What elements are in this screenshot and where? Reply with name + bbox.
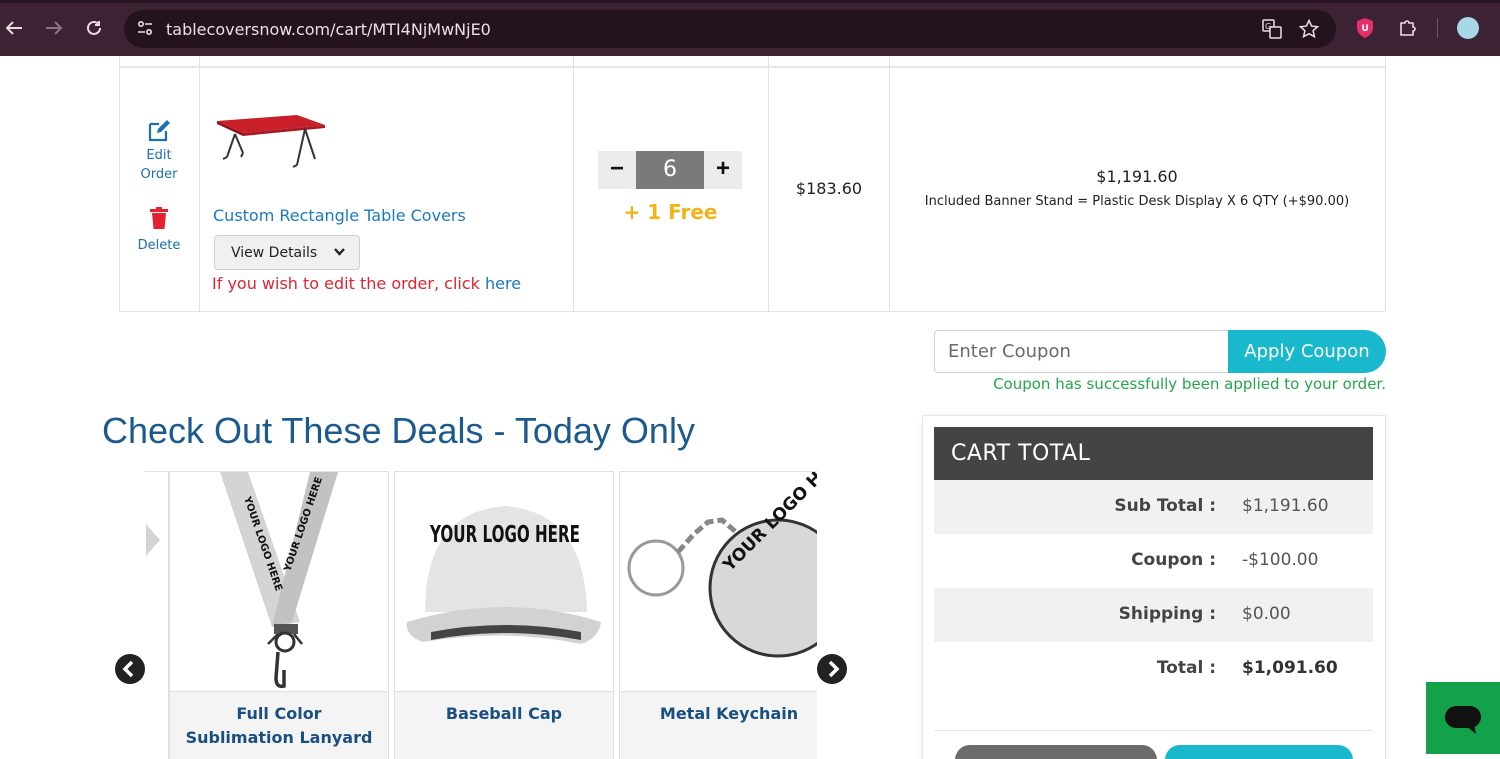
coupon-input[interactable] bbox=[934, 330, 1234, 373]
extensions-puzzle-icon[interactable] bbox=[1397, 17, 1419, 39]
deal-name-line1[interactable]: Baseball Cap bbox=[395, 702, 613, 726]
carousel-peek-arrow bbox=[146, 524, 160, 556]
subtotal-row: Sub Total : $1,191.60 bbox=[934, 480, 1373, 534]
included-items-note: Included Banner Stand = Plastic Desk Dis… bbox=[924, 194, 1350, 209]
quantity-field[interactable]: 6 bbox=[636, 151, 704, 189]
chevron-down-icon bbox=[334, 248, 345, 256]
deal-image bbox=[145, 472, 168, 690]
line-total: $1,191.60 bbox=[1096, 167, 1178, 186]
subtotal-label: Sub Total : bbox=[1114, 496, 1216, 516]
forward-arrow-icon[interactable] bbox=[44, 20, 64, 36]
total-row: Total : $1,091.60 bbox=[934, 642, 1373, 696]
browser-toolbar: tablecoversnow.com/cart/MTI4NjMwNjE0 G U bbox=[0, 0, 1500, 56]
deal-card-previous[interactable] bbox=[145, 471, 169, 759]
deal-name[interactable]: Metal Keychain bbox=[620, 691, 817, 759]
edit-note-text: If you wish to edit the order, click bbox=[212, 274, 485, 293]
total-label: Total : bbox=[1156, 658, 1216, 678]
carousel-next-button[interactable] bbox=[817, 654, 847, 684]
deal-card[interactable]: YOUR LOGO HERE Metal Keychain bbox=[619, 471, 817, 759]
edit-label-line2[interactable]: Order bbox=[119, 165, 199, 184]
deal-name-line1[interactable]: Metal Keychain bbox=[620, 702, 817, 726]
chat-bubble-icon bbox=[1445, 706, 1481, 734]
tab-strip-edge bbox=[0, 0, 1500, 3]
product-thumbnail[interactable] bbox=[213, 113, 327, 173]
reload-icon[interactable] bbox=[85, 19, 103, 37]
deal-name-line1[interactable]: Full Color bbox=[170, 702, 388, 726]
coupon-label: Coupon : bbox=[1131, 550, 1216, 570]
edit-order-link[interactable]: Edit Order bbox=[119, 146, 199, 184]
column-divider bbox=[199, 56, 200, 311]
unit-price: $183.60 bbox=[795, 179, 863, 198]
table-header-divider bbox=[120, 66, 1385, 68]
carousel-prev-button[interactable] bbox=[115, 654, 145, 684]
continue-shopping-button[interactable] bbox=[955, 745, 1157, 759]
ublock-shield-icon[interactable]: U bbox=[1355, 17, 1375, 39]
cap-print-text: YOUR LOGO HERE bbox=[429, 522, 580, 548]
svg-text:U: U bbox=[1362, 24, 1369, 34]
edit-here-link[interactable]: here bbox=[485, 274, 521, 293]
deal-name[interactable]: Baseball Cap bbox=[395, 691, 613, 759]
baseball-cap-image: YOUR LOGO HERE bbox=[395, 472, 613, 690]
coupon-success-message: Coupon has successfully been applied to … bbox=[993, 375, 1386, 393]
svg-text:G: G bbox=[1265, 22, 1271, 31]
view-details-label: View Details bbox=[231, 245, 318, 261]
shipping-row: Shipping : $0.00 bbox=[934, 588, 1373, 642]
chevron-right-icon bbox=[828, 660, 840, 678]
coupon-row: Coupon : -$100.00 bbox=[934, 534, 1373, 588]
edit-order-icon[interactable] bbox=[147, 119, 171, 143]
shipping-value: $0.00 bbox=[1242, 604, 1291, 624]
deals-carousel: YOUR LOGO HERE YOUR LOGO HERE Full Color… bbox=[145, 471, 817, 759]
url-text[interactable]: tablecoversnow.com/cart/MTI4NjMwNjE0 bbox=[166, 20, 491, 39]
chat-widget-button[interactable] bbox=[1426, 682, 1500, 754]
deal-card[interactable]: YOUR LOGO HERE Baseball Cap bbox=[394, 471, 614, 759]
translate-icon[interactable]: G bbox=[1262, 19, 1282, 39]
back-arrow-icon[interactable] bbox=[4, 20, 24, 36]
profile-avatar[interactable] bbox=[1457, 17, 1479, 39]
coupon-value: -$100.00 bbox=[1242, 550, 1319, 570]
quantity-stepper[interactable]: − 6 + bbox=[598, 151, 743, 189]
view-details-dropdown[interactable]: View Details bbox=[214, 235, 360, 270]
total-value: $1,091.60 bbox=[1242, 658, 1338, 678]
toolbar-divider bbox=[1437, 18, 1438, 38]
cart-total-heading: CART TOTAL bbox=[934, 427, 1373, 480]
edit-order-note: If you wish to edit the order, click her… bbox=[212, 274, 521, 293]
cart-total-divider bbox=[934, 730, 1373, 731]
edit-label-line1[interactable]: Edit bbox=[119, 146, 199, 165]
column-divider bbox=[573, 56, 574, 311]
free-item-text: + 1 Free bbox=[623, 200, 718, 224]
shipping-label: Shipping : bbox=[1118, 604, 1216, 624]
decrease-quantity-button[interactable]: − bbox=[598, 151, 636, 189]
lanyard-image: YOUR LOGO HERE YOUR LOGO HERE bbox=[170, 472, 388, 690]
deal-name[interactable]: Full Color Sublimation Lanyard bbox=[170, 691, 388, 759]
address-bar[interactable]: tablecoversnow.com/cart/MTI4NjMwNjE0 G bbox=[124, 10, 1336, 48]
chevron-left-icon bbox=[122, 660, 134, 678]
apply-coupon-button[interactable]: Apply Coupon bbox=[1228, 330, 1386, 373]
site-settings-icon[interactable] bbox=[136, 19, 154, 37]
deal-card[interactable]: YOUR LOGO HERE YOUR LOGO HERE Full Color… bbox=[169, 471, 389, 759]
bookmark-star-icon[interactable] bbox=[1299, 19, 1319, 39]
delete-link[interactable]: Delete bbox=[119, 238, 199, 253]
subtotal-value: $1,191.60 bbox=[1242, 496, 1329, 516]
checkout-button[interactable] bbox=[1165, 745, 1353, 759]
keychain-image: YOUR LOGO HERE bbox=[620, 472, 817, 690]
deals-heading: Check Out These Deals - Today Only bbox=[102, 410, 695, 451]
trash-icon[interactable] bbox=[149, 207, 169, 229]
deal-name-line2[interactable]: Sublimation Lanyard bbox=[170, 726, 388, 750]
product-name-link[interactable]: Custom Rectangle Table Covers bbox=[213, 206, 466, 225]
increase-quantity-button[interactable]: + bbox=[704, 151, 742, 189]
